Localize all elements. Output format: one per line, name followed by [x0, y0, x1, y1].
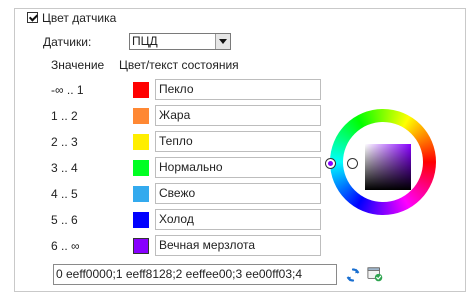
saturation-value-square[interactable]	[365, 144, 411, 190]
chevron-down-icon[interactable]	[215, 34, 230, 49]
state-text-input[interactable]: Вечная мерзлота	[155, 235, 321, 256]
color-swatch[interactable]	[133, 82, 149, 98]
color-swatch[interactable]	[133, 160, 149, 176]
sensor-color-label: Цвет датчика	[42, 11, 117, 25]
range-label: 4 .. 5	[51, 187, 78, 201]
apply-icon[interactable]	[367, 266, 383, 282]
range-label: 1 .. 2	[51, 109, 78, 123]
range-label: 3 .. 4	[51, 161, 78, 175]
range-label: 6 .. ∞	[51, 239, 80, 253]
hue-marker[interactable]	[326, 159, 335, 168]
sensor-color-panel: Цвет датчика Датчики: ПЦД Значение Цвет/…	[14, 8, 466, 292]
state-text-input[interactable]: Холод	[155, 209, 321, 230]
range-label: -∞ .. 1	[51, 83, 84, 97]
state-text-input[interactable]: Нормально	[155, 157, 321, 178]
sensors-label: Датчики:	[43, 35, 92, 49]
sensors-select[interactable]: ПЦД	[129, 33, 231, 50]
color-swatch[interactable]	[133, 134, 149, 150]
header-color: Цвет/текст состояния	[119, 58, 239, 72]
refresh-icon[interactable]	[345, 267, 361, 283]
sensors-select-value: ПЦД	[132, 34, 158, 48]
sv-marker[interactable]	[348, 159, 357, 168]
state-text-input[interactable]: Пекло	[155, 79, 321, 100]
color-code-input[interactable]: 0 eeff0000;1 eeff8128;2 eeffee00;3 ee00f…	[53, 264, 337, 285]
color-swatch[interactable]	[133, 108, 149, 124]
color-wheel[interactable]	[326, 109, 436, 215]
state-text-input[interactable]: Свежо	[155, 183, 321, 204]
color-swatch[interactable]	[133, 238, 149, 254]
state-text-input[interactable]: Тепло	[155, 131, 321, 152]
sensor-color-checkbox[interactable]	[27, 12, 38, 23]
range-label: 5 .. 6	[51, 213, 78, 227]
header-value: Значение	[51, 58, 105, 72]
state-text-input[interactable]: Жара	[155, 105, 321, 126]
range-label: 2 .. 3	[51, 135, 78, 149]
color-swatch[interactable]	[133, 186, 149, 202]
color-swatch[interactable]	[133, 212, 149, 228]
